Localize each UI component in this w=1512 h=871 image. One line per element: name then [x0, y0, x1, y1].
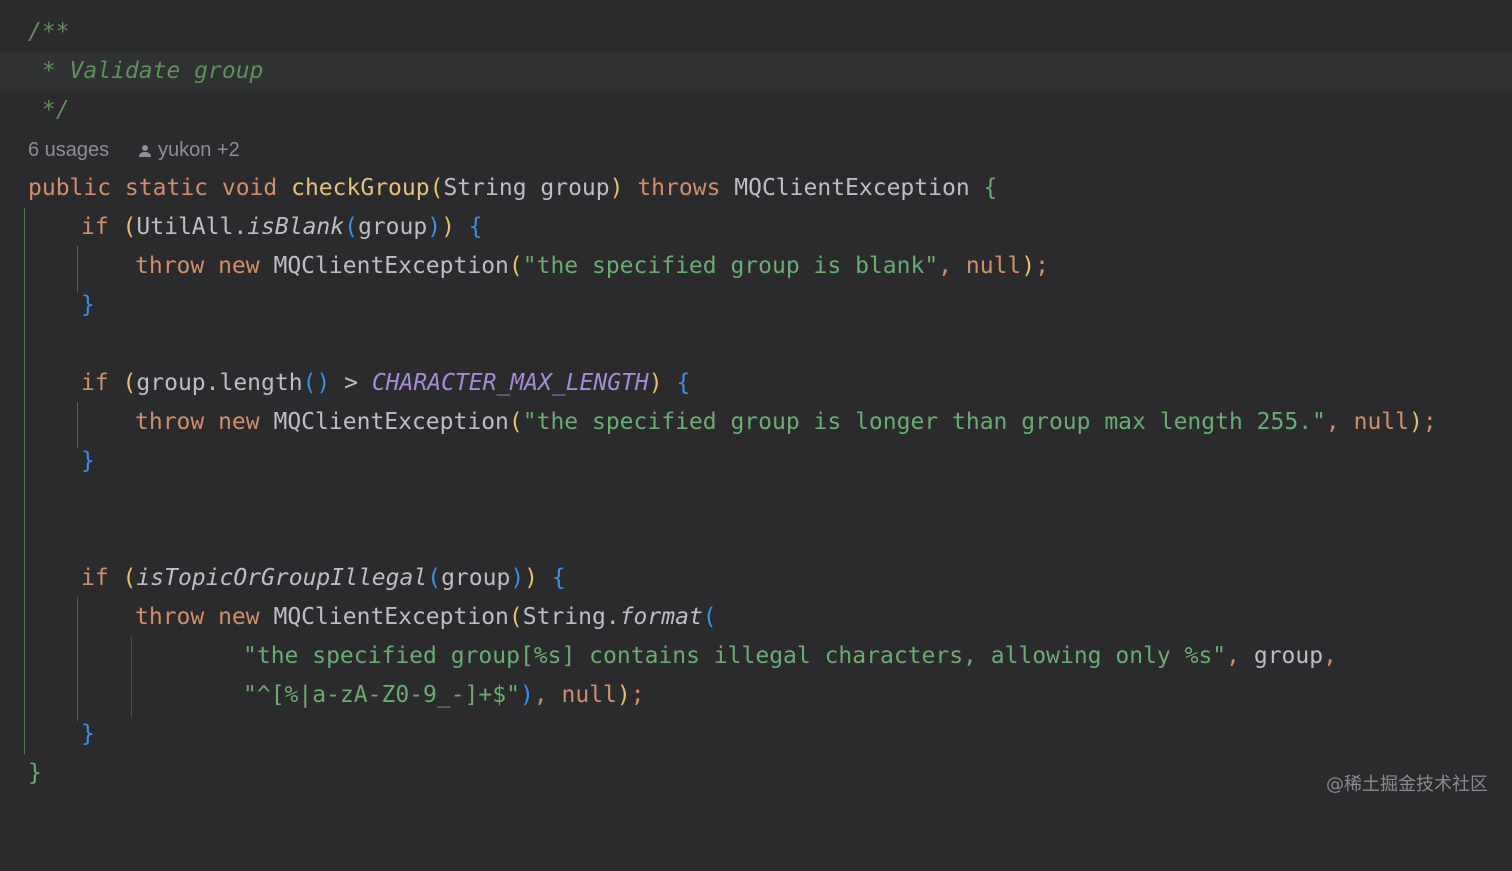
code-editor[interactable]: /** * Validate group */ 6 usages yukon +…: [0, 0, 1512, 818]
if-length-statement: if (group.length() > CHARACTER_MAX_LENGT…: [81, 370, 691, 396]
code-line[interactable]: "the specified group[%s] contains illega…: [0, 637, 1512, 676]
if-illegal-close-brace: }: [81, 721, 95, 747]
code-line[interactable]: }: [0, 754, 1512, 793]
if-illegal-statement: if (isTopicOrGroupIllegal(group)) {: [81, 565, 566, 591]
doc-comment-close: */: [28, 97, 70, 123]
throw-blank-statement: throw new MQClientException("the specifi…: [135, 253, 1049, 279]
code-line[interactable]: if (isTopicOrGroupIllegal(group)) {: [0, 559, 1512, 598]
code-line[interactable]: throw new MQClientException("the specifi…: [0, 247, 1512, 286]
watermark: @稀土掘金技术社区: [1326, 774, 1488, 795]
usages-hint[interactable]: 6 usages: [28, 139, 109, 161]
code-line[interactable]: public static void checkGroup(String gro…: [0, 169, 1512, 208]
method-signature: public static void checkGroup(String gro…: [28, 175, 998, 201]
person-icon: [139, 144, 151, 157]
doc-comment-text: * Validate group: [28, 58, 264, 84]
code-line[interactable]: }: [0, 442, 1512, 481]
author-name: yukon +2: [158, 139, 240, 161]
code-line[interactable]: }: [0, 286, 1512, 325]
author-hint[interactable]: yukon +2: [138, 131, 240, 170]
code-line-current[interactable]: * Validate group: [0, 52, 1512, 91]
code-line[interactable]: }: [0, 715, 1512, 754]
code-line[interactable]: if (UtilAll.isBlank(group)) {: [0, 208, 1512, 247]
if-blank-close-brace: }: [81, 292, 95, 318]
code-line[interactable]: /**: [0, 13, 1512, 52]
throw-length-statement: throw new MQClientException("the specifi…: [135, 409, 1437, 435]
if-blank-statement: if (UtilAll.isBlank(group)) {: [81, 214, 483, 240]
format-arguments-line-1: "the specified group[%s] contains illega…: [243, 643, 1337, 669]
code-vision-inlay: 6 usages yukon +2: [28, 131, 240, 170]
code-line[interactable]: "^[%|a-zA-Z0-9_-]+$"), null);: [0, 676, 1512, 715]
throw-illegal-statement: throw new MQClientException(String.forma…: [135, 604, 717, 630]
doc-comment-open: /**: [28, 19, 70, 45]
code-line[interactable]: */: [0, 91, 1512, 130]
code-line[interactable]: if (group.length() > CHARACTER_MAX_LENGT…: [0, 364, 1512, 403]
code-line[interactable]: throw new MQClientException("the specifi…: [0, 403, 1512, 442]
code-line[interactable]: throw new MQClientException(String.forma…: [0, 598, 1512, 637]
format-arguments-line-2: "^[%|a-zA-Z0-9_-]+$"), null);: [243, 682, 645, 708]
method-close-brace: }: [28, 760, 42, 786]
if-length-close-brace: }: [81, 448, 95, 474]
